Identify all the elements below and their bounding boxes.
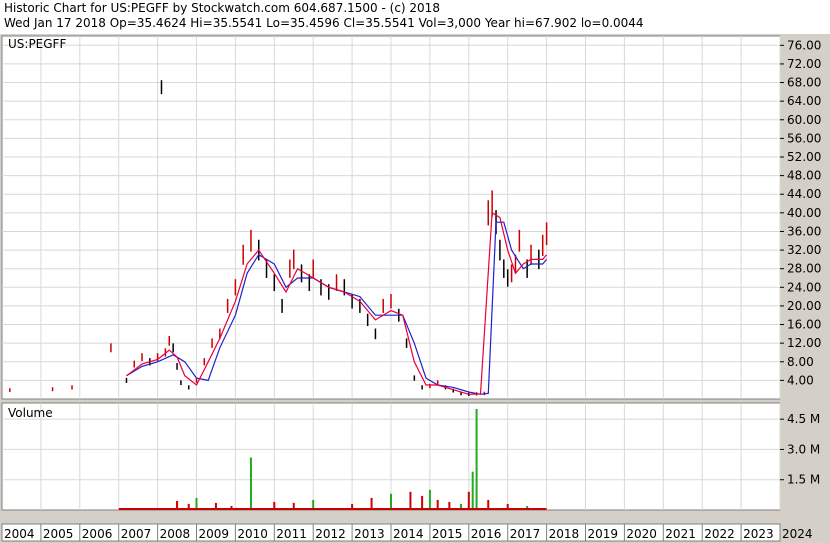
x-tick-label: 2014 [393, 527, 424, 541]
x-tick-label: 2012 [315, 527, 346, 541]
y-tick-label: 40.00 [787, 206, 821, 220]
x-tick-label: 2013 [354, 527, 385, 541]
y-tick-label: 8.00 [787, 355, 814, 369]
x-tick-label: 2024 [782, 527, 813, 541]
y-tick-label: 4.00 [787, 373, 814, 387]
x-tick-label: 2009 [199, 527, 230, 541]
y-tick-label: 12.00 [787, 336, 821, 350]
x-tick-label: 2022 [704, 527, 735, 541]
x-tick-label: 2016 [471, 527, 502, 541]
volume-tick-label: 3.0 M [787, 442, 820, 456]
x-tick-label: 2018 [549, 527, 580, 541]
x-tick-label: 2015 [432, 527, 463, 541]
x-tick-label: 2010 [237, 527, 268, 541]
stock-chart: 2004 2005 2006 2007 2008 2009 2010 2011 2012 2013… [1, 35, 821, 542]
x-tick-label: 2008 [160, 527, 191, 541]
x-tick-label: 2005 [43, 527, 74, 541]
y-tick-label: 44.00 [787, 187, 821, 201]
y-tick-label: 48.00 [787, 169, 821, 183]
x-tick-label: 2021 [665, 527, 696, 541]
y-tick-label: 36.00 [787, 224, 821, 238]
y-tick-label: 68.00 [787, 76, 821, 90]
y-tick-label: 20.00 [787, 299, 821, 313]
volume-tick-label: 1.5 M [787, 473, 820, 487]
y-tick-label: 60.00 [787, 113, 821, 127]
volume-tick-label: 4.5 M [787, 412, 820, 426]
y-tick-label: 32.00 [787, 243, 821, 257]
volume-panel-label: Volume [8, 406, 53, 420]
y-tick-label: 76.00 [787, 38, 821, 52]
x-tick-label: 2011 [276, 527, 307, 541]
x-tick-label: 2004 [4, 527, 35, 541]
x-tick-label: 2006 [82, 527, 113, 541]
x-tick-label: 2023 [743, 527, 774, 541]
x-tick-label: 2020 [626, 527, 657, 541]
y-tick-label: 24.00 [787, 280, 821, 294]
y-tick-label: 56.00 [787, 131, 821, 145]
y-tick-label: 28.00 [787, 262, 821, 276]
x-tick-label: 2017 [510, 527, 541, 541]
price-panel-label: US:PEGFF [8, 37, 66, 51]
y-tick-label: 64.00 [787, 94, 821, 108]
y-tick-label: 72.00 [787, 57, 821, 71]
y-tick-label: 16.00 [787, 318, 821, 332]
x-tick-label: 2007 [121, 527, 152, 541]
x-tick-label: 2019 [588, 527, 619, 541]
y-tick-label: 52.00 [787, 150, 821, 164]
